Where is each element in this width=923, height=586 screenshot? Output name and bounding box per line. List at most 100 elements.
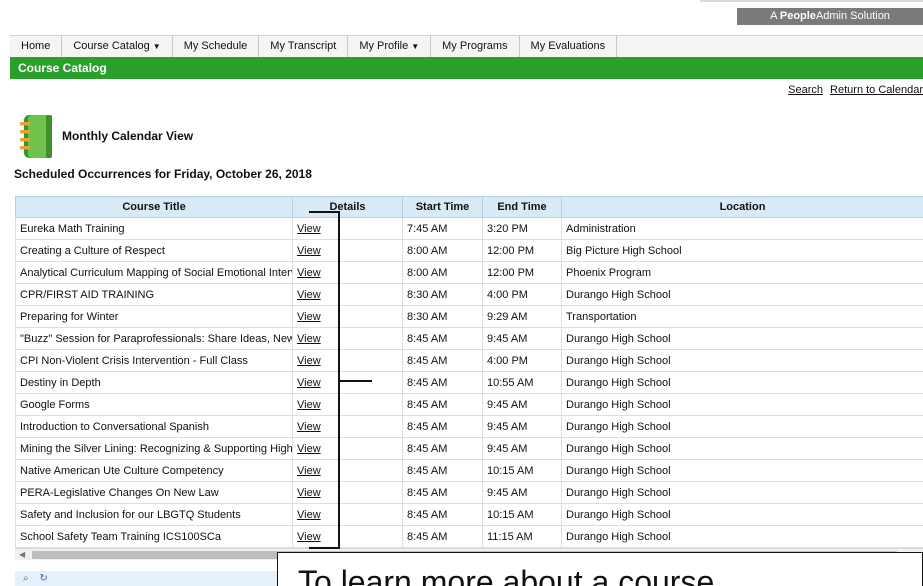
end-time-cell: 4:00 PM	[482, 283, 562, 306]
column-header[interactable]: Location	[561, 196, 923, 218]
nav-course-catalog[interactable]: Course Catalog ▼	[62, 36, 173, 58]
table-row[interactable]: School Safety Team Training ICS100SCa Vie…	[15, 525, 923, 548]
table-body: Eureka Math Training View 7:45 AM 3:20 PM Ad…	[15, 217, 923, 548]
table-row[interactable]: "Buzz" Session for Paraprofessionals: Sh…	[15, 327, 923, 350]
start-time-cell: 8:45 AM	[402, 459, 483, 482]
nav-label: My Transcript	[270, 40, 337, 52]
start-time-cell: 8:45 AM	[402, 481, 483, 504]
end-time-cell: 9:45 AM	[482, 327, 562, 350]
table-row[interactable]: CPI Non-Violent Crisis Intervention - Fu…	[15, 349, 923, 372]
nav-label: Course Catalog	[73, 40, 150, 52]
nav-label: My Evaluations	[530, 40, 606, 52]
nav-my-transcript[interactable]: My Transcript	[259, 36, 349, 58]
column-header[interactable]: Start Time	[402, 196, 483, 218]
nav-label: Home	[21, 40, 51, 52]
location-cell: Administration	[561, 217, 923, 240]
start-time-cell: 8:30 AM	[402, 305, 483, 328]
nav-my-evaluations[interactable]: My Evaluations	[520, 36, 618, 58]
table-row[interactable]: Eureka Math Training View 7:45 AM 3:20 PM Ad…	[15, 217, 923, 240]
table-row[interactable]: Preparing for Winter View 8:30 AM 9:29 AM Tr…	[15, 305, 923, 328]
end-time-cell: 4:00 PM	[482, 349, 562, 372]
annotation-bracket	[309, 211, 340, 549]
end-time-cell: 12:00 PM	[482, 261, 562, 284]
location-cell: Durango High School	[561, 283, 923, 306]
end-time-cell: 11:15 AM	[482, 525, 562, 548]
tutorial-callout: To learn more about a course,	[277, 552, 923, 586]
end-time-cell: 10:15 AM	[482, 503, 562, 526]
table-row[interactable]: Destiny in Depth View 8:45 AM 10:55 AM Duran…	[15, 371, 923, 394]
start-time-cell: 8:30 AM	[402, 283, 483, 306]
brand-banner: A PeopleAdmin Solution	[737, 8, 923, 25]
caret-down-icon: ▼	[152, 42, 161, 51]
location-cell: Transportation	[561, 305, 923, 328]
page-heading: Scheduled Occurrences for Friday, Octobe…	[14, 167, 312, 181]
table-row[interactable]: Analytical Curriculum Mapping of Social …	[15, 261, 923, 284]
start-time-cell: 8:45 AM	[402, 415, 483, 438]
course-title-cell: Eureka Math Training	[15, 217, 293, 240]
main-nav: Home Course Catalog ▼ My Schedule My Transcr…	[10, 35, 923, 58]
course-title-cell: Introduction to Conversational Spanish	[15, 415, 293, 438]
location-cell: Durango High School	[561, 349, 923, 372]
start-time-cell: 7:45 AM	[402, 217, 483, 240]
table-header-row: Course Title Details Start Time End Time Loc…	[15, 196, 923, 218]
location-cell: Durango High School	[561, 503, 923, 526]
top-links: Search Return to Calendar	[784, 84, 923, 96]
course-title-cell: Destiny in Depth	[15, 371, 293, 394]
course-title-cell: PERA-Legislative Changes On New Law	[15, 481, 293, 504]
course-title-cell: Creating a Culture of Respect	[15, 239, 293, 262]
start-time-cell: 8:00 AM	[402, 239, 483, 262]
location-cell: Durango High School	[561, 481, 923, 504]
course-title-cell: Safety and Inclusion for our LBGTQ Stude…	[15, 503, 293, 526]
start-time-cell: 8:45 AM	[402, 349, 483, 372]
refresh-icon[interactable]: ↻	[39, 573, 47, 584]
nav-my-profile[interactable]: My Profile ▼	[348, 36, 432, 58]
brand-rest: Admin Solution	[815, 10, 890, 22]
nav-label: My Profile	[359, 40, 409, 52]
column-header[interactable]: End Time	[482, 196, 562, 218]
course-title-cell: Preparing for Winter	[15, 305, 293, 328]
location-cell: Phoenix Program	[561, 261, 923, 284]
course-title-cell: Native American Ute Culture Competency	[15, 459, 293, 482]
end-time-cell: 3:20 PM	[482, 217, 562, 240]
occurrences-table-wrap: Course Title Details Start Time End Time Loc…	[15, 196, 923, 548]
course-title-cell: "Buzz" Session for Paraprofessionals: Sh…	[15, 327, 293, 350]
course-title-cell: CPR/FIRST AID TRAINING	[15, 283, 293, 306]
location-cell: Big Picture High School	[561, 239, 923, 262]
table-row[interactable]: Google Forms View 8:45 AM 9:45 AM Durango Hi…	[15, 393, 923, 416]
start-time-cell: 8:45 AM	[402, 525, 483, 548]
nav-my-programs[interactable]: My Programs	[431, 36, 520, 58]
location-cell: Durango High School	[561, 459, 923, 482]
course-title-cell: Mining the Silver Lining: Recognizing & …	[15, 437, 293, 460]
nav-label: My Programs	[442, 40, 508, 52]
return-to-calendar-link[interactable]: Return to Calendar	[830, 84, 923, 96]
start-time-cell: 8:45 AM	[402, 503, 483, 526]
end-time-cell: 10:15 AM	[482, 459, 562, 482]
search-link[interactable]: Search	[788, 84, 823, 96]
end-time-cell: 9:45 AM	[482, 415, 562, 438]
start-time-cell: 8:45 AM	[402, 371, 483, 394]
table-row[interactable]: Creating a Culture of Respect View 8:00 AM…	[15, 239, 923, 262]
end-time-cell: 10:55 AM	[482, 371, 562, 394]
occurrences-table: Course Title Details Start Time End Time Loc…	[15, 196, 923, 548]
scroll-left-icon[interactable]: ◀	[19, 549, 25, 560]
table-row[interactable]: PERA-Legislative Changes On New Law View 8…	[15, 481, 923, 504]
search-icon[interactable]: ⌕	[23, 573, 29, 584]
table-row[interactable]: Safety and Inclusion for our LBGTQ Stude…	[15, 503, 923, 526]
location-cell: Durango High School	[561, 437, 923, 460]
table-row[interactable]: CPR/FIRST AID TRAINING View 8:30 AM 4:00 PM…	[15, 283, 923, 306]
calendar-view-title: Monthly Calendar View	[62, 129, 194, 143]
end-time-cell: 9:29 AM	[482, 305, 562, 328]
table-row[interactable]: Introduction to Conversational Spanish Vi…	[15, 415, 923, 438]
location-cell: Durango High School	[561, 393, 923, 416]
end-time-cell: 9:45 AM	[482, 437, 562, 460]
caret-down-icon: ▼	[411, 42, 420, 51]
table-row[interactable]: Native American Ute Culture Competency Vi…	[15, 459, 923, 482]
column-header[interactable]: Course Title	[15, 196, 293, 218]
callout-text: To learn more about a course,	[298, 564, 724, 586]
brand-divider	[700, 0, 923, 2]
nav-home[interactable]: Home	[10, 36, 63, 58]
nav-my-schedule[interactable]: My Schedule	[173, 36, 260, 58]
start-time-cell: 8:00 AM	[402, 261, 483, 284]
notebook-icon	[20, 115, 52, 158]
table-row[interactable]: Mining the Silver Lining: Recognizing & …	[15, 437, 923, 460]
